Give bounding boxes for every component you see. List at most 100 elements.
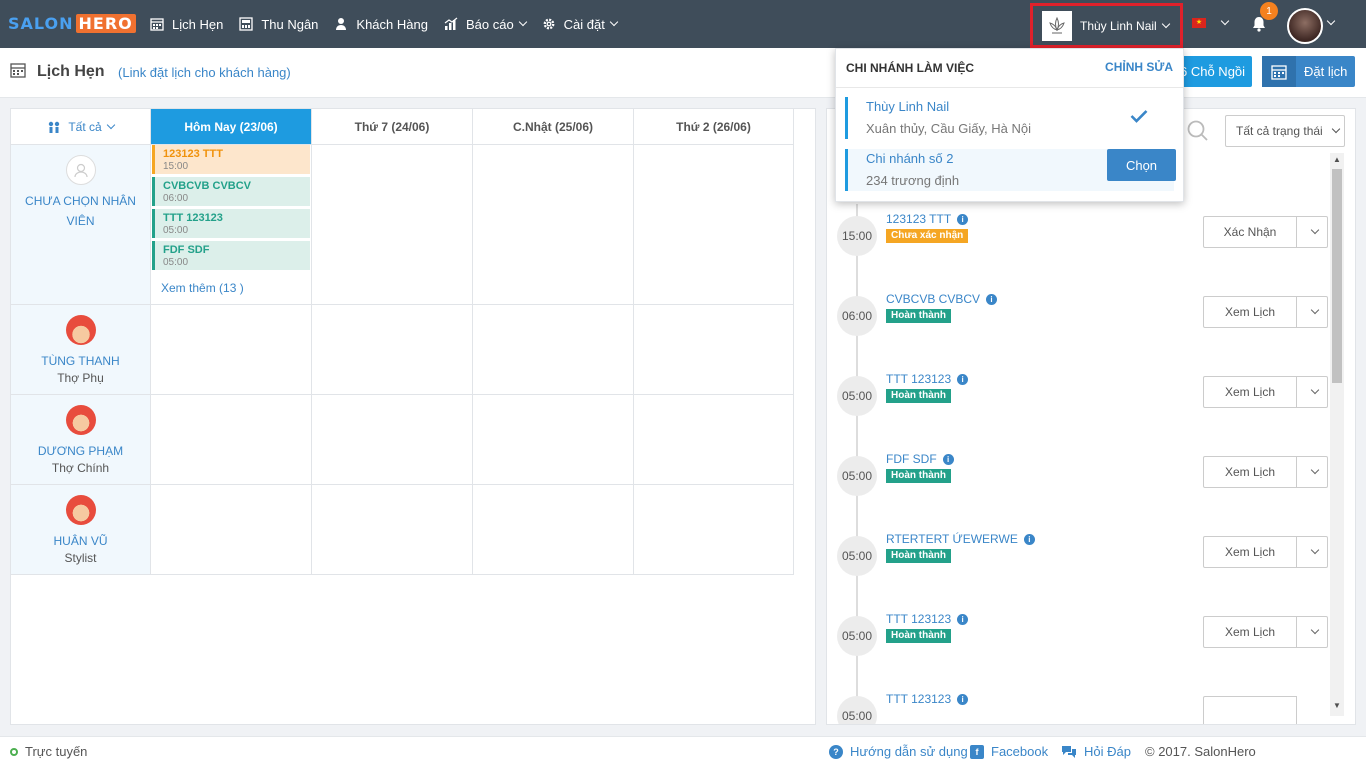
online-status: Trực tuyến (25, 744, 88, 759)
day-slot[interactable] (312, 485, 473, 575)
status-badge: Hoàn thành (886, 549, 951, 563)
view-schedule-button[interactable]: Xem Lịch (1203, 536, 1297, 568)
book-appointment-button[interactable]: Đặt lịch (1262, 56, 1355, 87)
info-icon[interactable]: i (942, 454, 954, 465)
day-slot[interactable] (473, 305, 634, 395)
facebook-link[interactable]: f Facebook (970, 744, 1048, 759)
choose-branch-button[interactable]: Chọn (1107, 149, 1176, 181)
action-dropdown[interactable] (1296, 456, 1328, 488)
qa-link[interactable]: Hỏi Đáp (1061, 744, 1131, 759)
day-slot[interactable] (634, 485, 794, 575)
user-icon (336, 18, 347, 30)
day-slot[interactable] (634, 305, 794, 395)
day-slot[interactable] (312, 305, 473, 395)
appointment-card[interactable]: CVBCVB CVBCV 06:00 (152, 177, 310, 206)
day-header[interactable]: Thứ 7 (24/06) (312, 109, 473, 145)
status-badge: Hoàn thành (886, 389, 951, 403)
day-slot[interactable] (151, 485, 312, 575)
day-header[interactable]: C.Nhật (25/06) (473, 109, 634, 145)
day-slot[interactable] (312, 145, 473, 305)
day-slot[interactable] (634, 145, 794, 305)
booking-link[interactable]: (Link đặt lịch cho khách hàng) (118, 65, 291, 80)
notification-badge: 1 (1260, 2, 1278, 20)
divider (836, 87, 1183, 88)
day-slot[interactable]: 123123 TTT 15:00 CVBCVB CVBCV 06:00 TTT … (151, 145, 312, 305)
help-link[interactable]: ? Hướng dẫn sử dụng (829, 744, 968, 759)
staff-avatar (65, 405, 96, 435)
scroll-down-arrow[interactable]: ▼ (1332, 701, 1342, 710)
view-schedule-button[interactable]: Xem Lịch (1203, 376, 1297, 408)
day-slot[interactable] (473, 395, 634, 485)
action-dropdown[interactable] (1296, 216, 1328, 248)
chevron-down-icon (1220, 16, 1230, 26)
branch-switcher[interactable]: Thùy Linh Nail (1030, 3, 1183, 48)
timeline-item: 15:00 123123 TTT i Chưa xác nhận Xác Nhận (827, 212, 1347, 296)
chevron-down-icon (1161, 19, 1170, 28)
info-icon[interactable]: i (986, 294, 998, 305)
edit-branches-link[interactable]: CHỈNH SỬA (1105, 60, 1173, 74)
vietnam-flag-icon[interactable]: ★ (1192, 18, 1206, 28)
cashier-icon (239, 17, 253, 31)
search-icon[interactable] (1185, 118, 1211, 144)
copyright: © 2017. SalonHero (1145, 744, 1256, 759)
day-slot[interactable] (473, 485, 634, 575)
nav-customers[interactable]: Khách Hàng (334, 17, 428, 32)
scrollbar-thumb[interactable] (1332, 169, 1342, 383)
view-schedule-button[interactable] (1203, 696, 1297, 724)
chevron-down-icon (1331, 124, 1340, 134)
status-filter-select[interactable]: Tất cả trạng thái (1225, 115, 1345, 147)
nav-appointments[interactable]: Lịch Hẹn (150, 17, 223, 32)
chevron-down-icon (1310, 545, 1320, 555)
lotus-icon (1049, 16, 1065, 33)
chevron-down-icon (1310, 225, 1320, 235)
day-slot[interactable] (634, 395, 794, 485)
timeline-item: 05:00 TTT 123123 i (827, 692, 1347, 724)
branch-option-current[interactable]: Thùy Linh Nail Xuân thủy, Cầu Giấy, Hà N… (845, 97, 1174, 139)
user-menu-chevron[interactable] (1322, 12, 1336, 27)
chevron-down-icon (1310, 465, 1320, 475)
timeline-item: 05:00 FDF SDF i Hoàn thành Xem Lịch (827, 452, 1347, 536)
day-header[interactable]: Thứ 2 (26/06) (634, 109, 794, 145)
salonhero-logo[interactable]: SALON HERO (8, 14, 136, 34)
day-slot[interactable] (151, 305, 312, 395)
dropdown-heading: CHI NHÁNH LÀM VIỆC (846, 61, 974, 75)
chevron-down-icon (1310, 305, 1320, 315)
staff-filter[interactable]: Tất cả (11, 109, 151, 145)
info-icon[interactable]: i (1023, 534, 1035, 545)
user-avatar[interactable] (1287, 8, 1323, 44)
action-dropdown[interactable] (1296, 616, 1328, 648)
view-schedule-button[interactable]: Xem Lịch (1203, 616, 1297, 648)
users-icon (49, 121, 60, 133)
nav-cashier[interactable]: Thu Ngân (239, 17, 318, 32)
day-slot[interactable] (473, 145, 634, 305)
action-dropdown[interactable] (1296, 296, 1328, 328)
day-slot[interactable] (312, 395, 473, 485)
seats-button[interactable]: 6 Chỗ Ngồi (1176, 56, 1252, 87)
info-icon[interactable]: i (957, 614, 969, 625)
chevron-down-icon (609, 17, 619, 27)
chevron-down-icon (106, 120, 115, 129)
view-schedule-button[interactable]: Xem Lịch (1203, 296, 1297, 328)
branch-option[interactable]: Chi nhánh số 2 234 trương định Chọn (845, 149, 1176, 191)
scroll-up-arrow[interactable]: ▲ (1332, 155, 1342, 164)
action-dropdown[interactable] (1296, 376, 1328, 408)
facebook-icon: f (970, 744, 984, 759)
appointment-card[interactable]: FDF SDF 05:00 (152, 241, 310, 270)
info-icon[interactable]: i (957, 694, 969, 705)
day-slot[interactable] (151, 395, 312, 485)
nav-reports[interactable]: Báo cáo (444, 17, 527, 32)
appointment-card[interactable]: TTT 123123 05:00 (152, 209, 310, 238)
language-chevron[interactable] (1216, 12, 1230, 27)
day-header-today[interactable]: Hôm Nay (23/06) (151, 109, 312, 145)
check-icon (1130, 110, 1148, 123)
see-more-link[interactable]: Xem thêm (13 ) (161, 281, 244, 295)
confirm-button[interactable]: Xác Nhận (1203, 216, 1297, 248)
action-dropdown[interactable] (1296, 536, 1328, 568)
calendar-icon (150, 18, 164, 31)
view-schedule-button[interactable]: Xem Lịch (1203, 456, 1297, 488)
nav-settings[interactable]: Cài đặt (542, 17, 619, 32)
info-icon[interactable]: i (957, 374, 969, 385)
info-icon[interactable]: i (957, 214, 969, 225)
appointment-card[interactable]: 123123 TTT 15:00 (152, 145, 310, 174)
question-icon: ? (829, 744, 843, 759)
